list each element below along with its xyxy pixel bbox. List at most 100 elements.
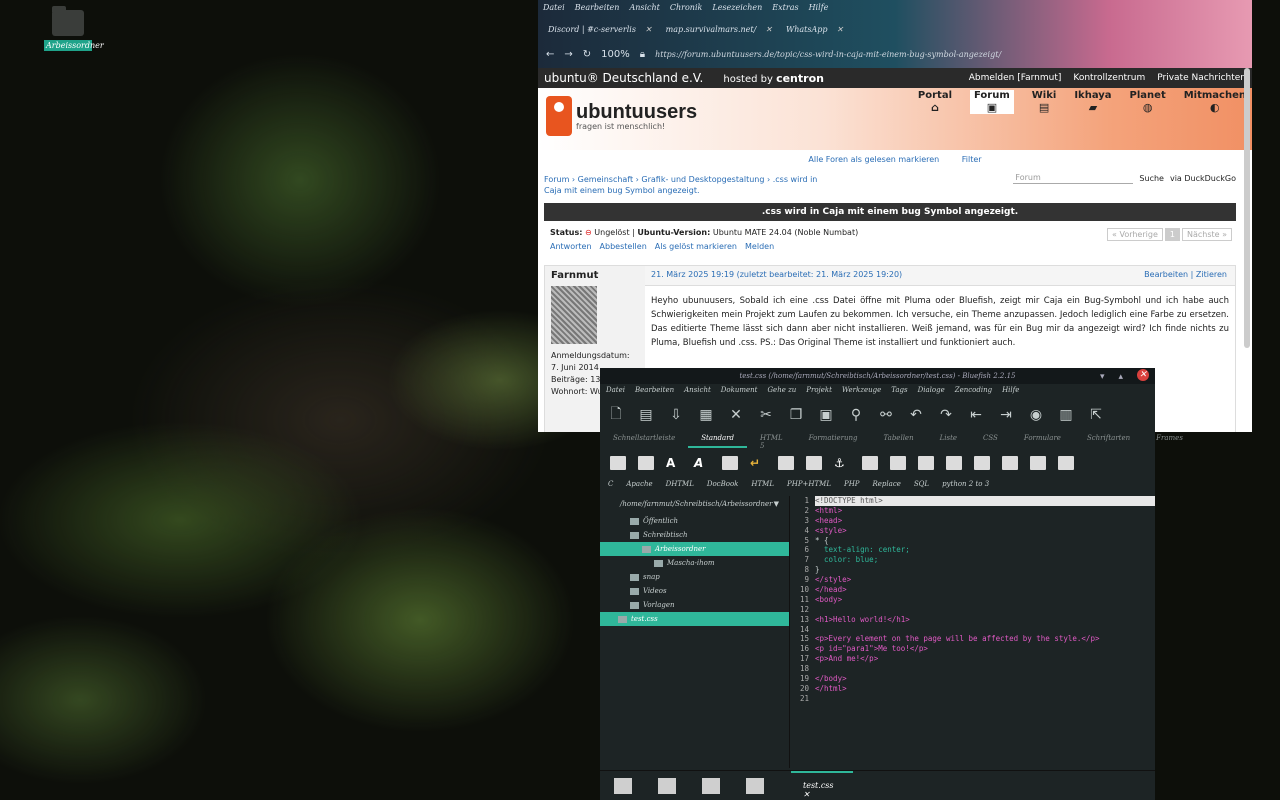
tab-schnellstartleiste[interactable]: Schnellstartleiste [600,430,688,448]
tree-item[interactable]: Videos [600,584,789,598]
code-line[interactable]: </html> [815,684,1155,694]
post-date[interactable]: 21. März 2025 19:19 (zuletzt bearbeitet:… [651,270,902,279]
edit-link[interactable]: Bearbeiten [1144,270,1188,279]
tree-item[interactable]: Vorlagen [600,598,789,612]
bf-menu-hilfe[interactable]: Hilfe [1002,386,1019,398]
close-file-icon[interactable]: ✕ [728,407,744,423]
report-link[interactable]: Melden [745,242,774,251]
nbsp-icon[interactable] [806,456,822,470]
unsubscribe-link[interactable]: Abbestellen [600,242,647,251]
filter-link[interactable]: Filter [962,155,982,164]
fullscreen-icon[interactable]: ⇱ [1088,407,1104,423]
close-icon[interactable]: ✕ [645,25,652,34]
zoom-level[interactable]: 100% [601,49,630,60]
tree-item[interactable]: Arbeissordner [600,542,789,556]
menu-hilfe[interactable]: Hilfe [809,3,829,15]
reply-link[interactable]: Antworten [550,242,592,251]
next-page-button[interactable]: Nächste » [1181,228,1232,241]
bf-menu-dialoge[interactable]: Dialoge [918,386,945,398]
nav-planet[interactable]: Planet ◍ [1130,90,1166,114]
bf-menu-ansicht[interactable]: Ansicht [684,386,711,398]
preview-icon[interactable]: ◉ [1028,407,1044,423]
open-icon[interactable]: ▤ [638,407,654,423]
multi-thumbnail-icon[interactable] [1058,456,1074,470]
tab-frames[interactable]: Frames [1143,430,1196,448]
body-icon[interactable] [638,456,654,470]
author-name[interactable]: Farnmut [551,270,639,282]
snippets-tab-icon[interactable] [746,778,764,794]
tree-item[interactable]: test.css [600,612,789,626]
menu-extras[interactable]: Extras [772,3,798,15]
lang-replace[interactable]: Replace [873,480,901,492]
break-clear-icon[interactable] [778,456,794,470]
config-icon[interactable]: ▥ [1058,407,1074,423]
code-line[interactable]: </body> [815,674,1155,684]
unindent-icon[interactable]: ⇤ [968,407,984,423]
lang-php[interactable]: PHP [844,480,860,492]
code-line[interactable] [815,605,1155,615]
code-line[interactable]: color: blue; [815,555,1155,565]
code-line[interactable]: <p id="para1">Me too!</p> [815,644,1155,654]
page-1[interactable]: 1 [1164,228,1180,241]
code-line[interactable] [815,664,1155,674]
site-logo[interactable]: ubuntuusers fragen ist menschlich! [546,96,697,136]
document-tab[interactable]: test.css ✕ [791,771,853,800]
bf-menu-werkzeuge[interactable]: Werkzeuge [842,386,881,398]
find-icon[interactable]: ⚲ [848,407,864,423]
code-area[interactable]: <!DOCTYPE html> <html> <head> <style> * { te… [815,496,1155,704]
close-icon[interactable]: ✕ [1137,369,1149,381]
maximize-icon[interactable]: ▴ [1118,369,1123,385]
filebrowser-tab-icon[interactable] [614,778,632,794]
code-line[interactable]: <head> [815,516,1155,526]
nav-mitmachen[interactable]: Mitmachen ◐ [1184,90,1246,114]
tab-formatierung[interactable]: Formatierung [796,430,871,448]
nav-forum[interactable]: Forum ▣ [970,90,1014,114]
code-line[interactable]: </head> [815,585,1155,595]
bf-menu-datei[interactable]: Datei [606,386,625,398]
tab-discord[interactable]: Discord | #c-serverlis ✕ [542,23,658,36]
url-bar[interactable]: https://forum.ubuntuusers.de/topic/css-w… [655,50,1001,59]
lang-sql[interactable]: SQL [914,480,929,492]
reload-icon[interactable]: ↻ [583,49,591,60]
close-icon[interactable]: ✕ [765,25,772,34]
bf-menu-tags[interactable]: Tags [891,386,907,398]
lang-html[interactable]: HTML [751,480,774,492]
save-as-icon[interactable]: ▦ [698,407,714,423]
code-line[interactable]: } [815,565,1155,575]
menu-chronik[interactable]: Chronik [670,3,702,15]
tab-css[interactable]: CSS [970,430,1011,448]
tree-item[interactable]: snap [600,570,789,584]
bf-menu-zencoding[interactable]: Zencoding [955,386,992,398]
charmap-tab-icon[interactable] [702,778,720,794]
italic-icon[interactable]: A [694,456,710,470]
image-icon[interactable] [1002,456,1018,470]
lang-python[interactable]: python 2 to 3 [942,480,989,492]
bookmarks-tab-icon[interactable] [658,778,676,794]
path-selector[interactable]: /home/farnmut/Schreibtisch/Arbeissordner [600,496,789,514]
nav-portal[interactable]: Portal ⌂ [918,90,952,114]
paragraph-icon[interactable] [722,456,738,470]
prev-page-button[interactable]: « Vorherige [1107,228,1163,241]
center-icon[interactable] [890,456,906,470]
replace-icon[interactable]: ⚯ [878,407,894,423]
page-scrollbar[interactable] [1244,68,1250,348]
search-button[interactable]: Suche [1139,174,1164,183]
paste-icon[interactable]: ▣ [818,407,834,423]
lang-php-html[interactable]: PHP+HTML [787,480,831,492]
undo-icon[interactable]: ↶ [908,407,924,423]
tree-item[interactable]: Mascha-ihom [600,556,789,570]
bold-icon[interactable]: A [666,456,682,470]
rule-icon[interactable] [862,456,878,470]
search-input[interactable]: Forum [1013,172,1134,184]
tab-standard[interactable]: Standard [688,430,748,448]
tab-tabellen[interactable]: Tabellen [871,430,927,448]
mark-solved-link[interactable]: Als gelöst markieren [655,242,737,251]
bf-menu-bearbeiten[interactable]: Bearbeiten [635,386,674,398]
tab-schriftarten[interactable]: Schriftarten [1074,430,1143,448]
code-line[interactable] [815,694,1155,704]
control-center-link[interactable]: Kontrollzentrum [1073,73,1145,83]
code-line[interactable] [815,625,1155,635]
code-line[interactable]: <h1>Hello world!</h1> [815,615,1155,625]
code-line[interactable]: <html> [815,506,1155,516]
tab-map[interactable]: map.survivalmars.net/✕ [660,23,778,36]
